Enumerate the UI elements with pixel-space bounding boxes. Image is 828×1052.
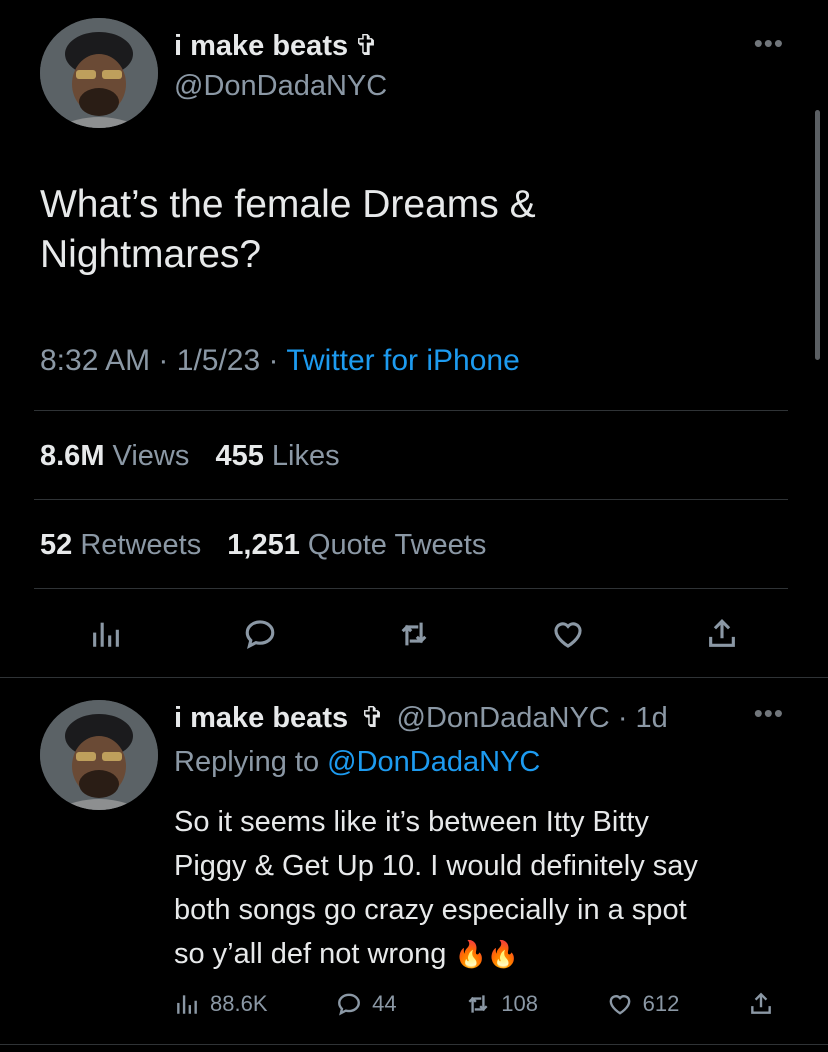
retweet-icon: [468, 995, 488, 1013]
reply-analytics-button[interactable]: 88.6K: [174, 991, 268, 1017]
reply-text: So it seems like it’s between Itty Bitty…: [174, 806, 698, 970]
analytics-icon[interactable]: [84, 612, 128, 656]
views-count: 8.6M: [40, 440, 105, 472]
fire-emoji: 🔥🔥: [454, 939, 520, 969]
tweet-text: What’s the female Dreams & Nightmares?: [40, 183, 536, 276]
more-dots-icon[interactable]: •••: [754, 30, 784, 56]
tweet-meta: 8:32 AM · 1/5/23 · Twitter for iPhone: [40, 344, 520, 377]
reply-header: i make beats ✞ @DonDadaNYC · 1d: [174, 702, 668, 734]
reply-share-button[interactable]: [748, 991, 774, 1017]
cross-badge-icon: ✞: [360, 702, 385, 734]
retweet-quote-stats: 52 Retweets 1,251 Quote Tweets: [40, 529, 486, 562]
divider: [34, 410, 788, 411]
author-handle[interactable]: @DonDadaNYC: [174, 70, 387, 103]
retweets-link[interactable]: 52 Retweets: [40, 529, 201, 561]
divider: [34, 499, 788, 500]
divider: [0, 677, 828, 678]
like-icon: [609, 995, 631, 1015]
tweet-time[interactable]: 8:32 AM: [40, 344, 150, 377]
tweet-action-bar: [84, 612, 744, 656]
views-label: Views: [112, 440, 190, 472]
author-avatar[interactable]: [40, 18, 158, 128]
retweet-icon[interactable]: [392, 612, 436, 656]
reply-replies-count: 44: [372, 991, 397, 1016]
replying-to-handle[interactable]: @DonDadaNYC: [327, 746, 540, 778]
views-likes-stats: 8.6M Views 455 Likes: [40, 440, 340, 473]
divider: [0, 1044, 828, 1045]
reply-retweets-count: 108: [501, 991, 538, 1016]
reply-author-handle[interactable]: @DonDadaNYC: [397, 702, 610, 734]
reply-like-button[interactable]: 612: [607, 991, 680, 1017]
reply-retweet-button[interactable]: 108: [465, 991, 538, 1017]
scrollbar[interactable]: [815, 110, 820, 360]
likes-link[interactable]: 455 Likes: [215, 440, 339, 472]
tweet-source-link[interactable]: Twitter for iPhone: [286, 344, 519, 377]
reply-author-name[interactable]: i make beats: [174, 702, 348, 734]
divider: [34, 588, 788, 589]
reply-author-avatar[interactable]: [40, 700, 158, 810]
share-icon[interactable]: [700, 612, 744, 656]
like-icon[interactable]: [546, 612, 590, 656]
more-dots-icon[interactable]: •••: [754, 700, 784, 726]
reply-reply-button[interactable]: 44: [336, 991, 397, 1017]
reply-icon[interactable]: [238, 612, 282, 656]
reply-icon: [338, 993, 361, 1016]
replying-to: Replying to @DonDadaNYC: [174, 746, 541, 778]
reply-views-count: 88.6K: [210, 991, 268, 1016]
reply-action-bar: 88.6K 44 108 612: [174, 986, 774, 1022]
author-name[interactable]: i make beats ✞: [174, 28, 378, 63]
analytics-icon: [177, 995, 197, 1014]
quotes-link[interactable]: 1,251 Quote Tweets: [227, 529, 486, 561]
reply-likes-count: 612: [642, 991, 680, 1016]
cross-badge-icon: ✞: [354, 30, 379, 62]
tweet-date[interactable]: 1/5/23: [177, 344, 260, 377]
reply-time[interactable]: 1d: [636, 702, 668, 734]
avatar-photo: [40, 18, 158, 128]
share-icon: [751, 992, 771, 1014]
avatar-photo: [40, 700, 158, 810]
